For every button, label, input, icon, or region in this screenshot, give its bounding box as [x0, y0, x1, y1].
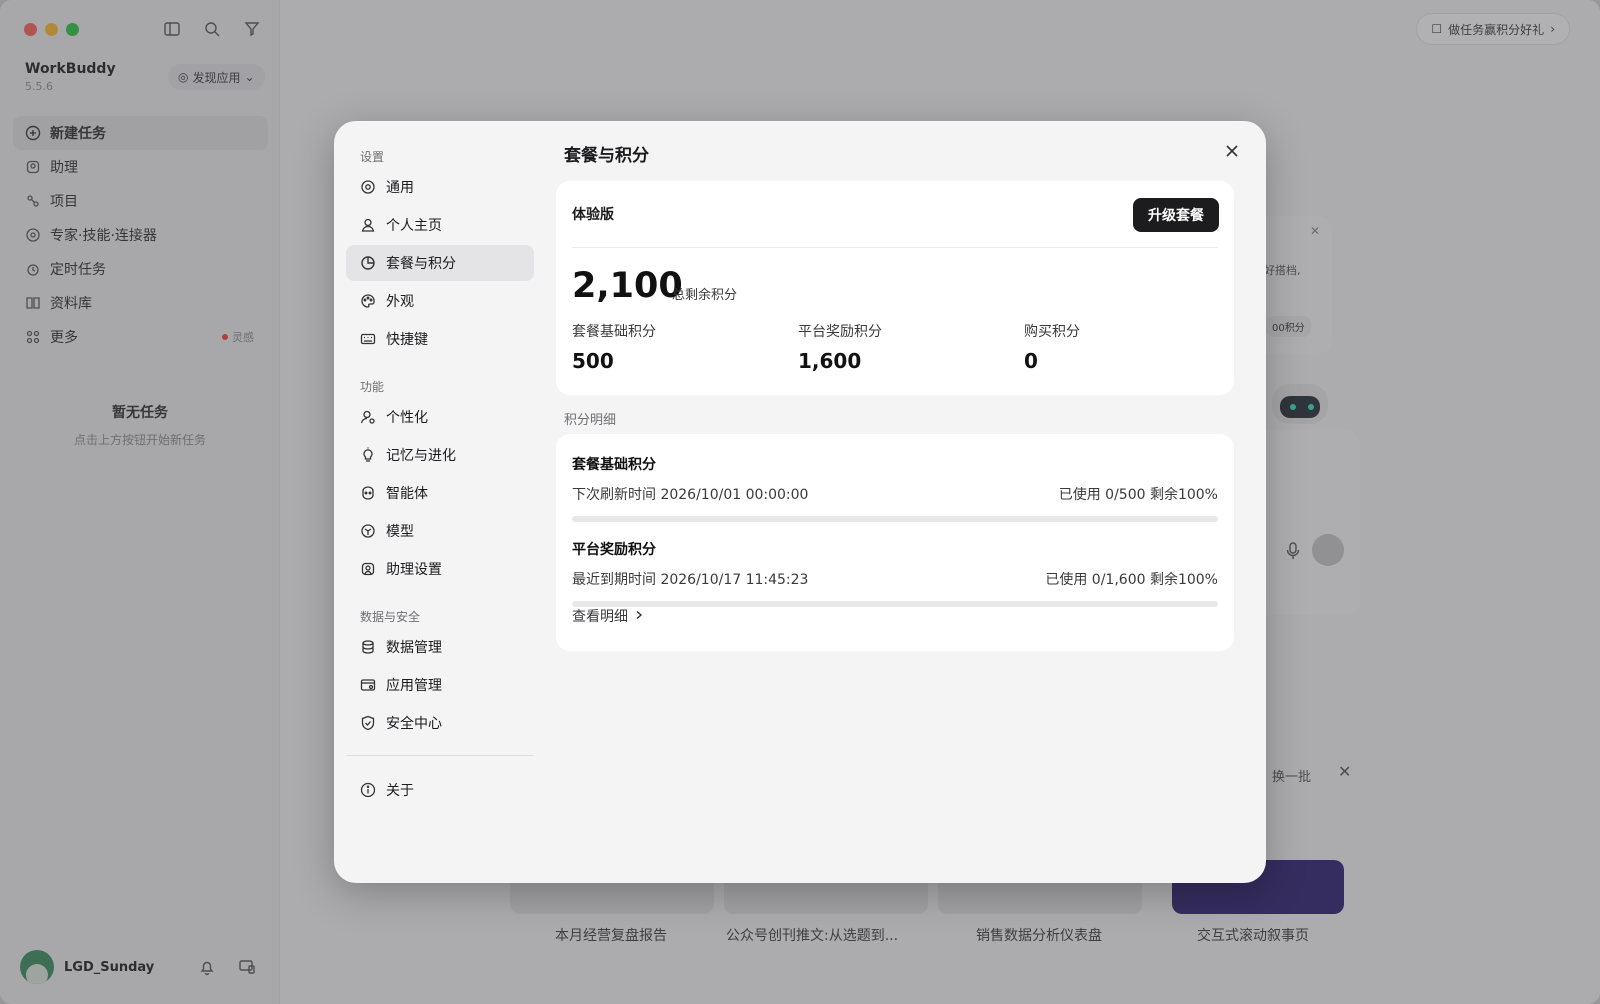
plan-card: 体验版 升级套餐 2,100 总剩余积分 套餐基础积分 500 平台奖励积分 1…: [556, 181, 1234, 395]
nav-group-settings: 设置: [360, 150, 385, 164]
stat-value: 500: [572, 349, 614, 373]
nav-item-about[interactable]: 关于: [346, 772, 534, 808]
stat-value: 0: [1024, 349, 1038, 373]
nav-item-shortcuts[interactable]: 快捷键: [346, 321, 534, 357]
nav-item-label: 个人主页: [386, 218, 442, 234]
nav-item-label: 安全中心: [386, 716, 442, 732]
stat-label: 购买积分: [1024, 324, 1080, 340]
stat-reward-points: 平台奖励积分 1,600: [798, 321, 882, 373]
stat-label: 套餐基础积分: [572, 324, 656, 340]
user-icon: [360, 217, 376, 233]
points-detail-heading: 积分明细: [564, 413, 617, 428]
nav-item-appearance[interactable]: 外观: [346, 283, 534, 319]
nav-item-personalize[interactable]: 个性化: [346, 399, 534, 435]
nav-item-label: 套餐与积分: [386, 256, 456, 272]
nav-item-memory[interactable]: 记忆与进化: [346, 437, 534, 473]
nav-item-model[interactable]: 模型: [346, 513, 534, 549]
stat-purchased-points: 购买积分 0: [1024, 321, 1080, 373]
nav-item-security-center[interactable]: 安全中心: [346, 705, 534, 741]
upgrade-plan-button[interactable]: 升级套餐: [1133, 198, 1219, 232]
nav-item-assistant-settings[interactable]: 助理设置: [346, 551, 534, 587]
user-settings-icon: [360, 409, 376, 425]
usage-progress-bar: [572, 601, 1218, 607]
detail-title: 套餐基础积分: [572, 457, 656, 473]
info-icon: [360, 782, 376, 798]
nav-group-data-security: 数据与安全: [360, 610, 421, 624]
chevron-right-icon: [634, 608, 644, 624]
nav-item-label: 关于: [386, 783, 414, 799]
palette-icon: [360, 293, 376, 309]
model-icon: [360, 523, 376, 539]
pie-chart-icon: [360, 255, 376, 271]
nav-item-agent[interactable]: 智能体: [346, 475, 534, 511]
agent-icon: [360, 485, 376, 501]
nav-item-label: 快捷键: [386, 332, 428, 348]
settings-icon: [360, 179, 376, 195]
database-icon: [360, 639, 376, 655]
view-details-link[interactable]: 查看明细: [572, 606, 644, 626]
settings-modal: 设置 通用 个人主页 套餐与积分 外观 快捷键 功能 个性化 记忆与进化 智能体…: [334, 121, 1266, 883]
nav-item-app-management[interactable]: 应用管理: [346, 667, 534, 703]
usage-progress-bar: [572, 516, 1218, 522]
detail-title: 平台奖励积分: [572, 542, 656, 558]
nav-divider: [346, 755, 534, 756]
keyboard-icon: [360, 331, 376, 347]
settings-nav: 设置 通用 个人主页 套餐与积分 外观 快捷键 功能 个性化 记忆与进化 智能体…: [346, 137, 534, 810]
detail-refresh-time: 下次刷新时间 2026/10/01 00:00:00: [572, 487, 809, 503]
view-details-label: 查看明细: [572, 609, 628, 625]
nav-item-general[interactable]: 通用: [346, 169, 534, 205]
nav-item-label: 通用: [386, 180, 414, 196]
app-window-icon: [360, 677, 376, 693]
lightbulb-icon: [360, 447, 376, 463]
nav-item-label: 记忆与进化: [386, 448, 456, 464]
points-detail-row: 套餐基础积分 下次刷新时间 2026/10/01 00:00:00 已使用 0/…: [572, 454, 1218, 522]
total-points-label: 总剩余积分: [672, 288, 738, 303]
points-detail-row: 平台奖励积分 最近到期时间 2026/10/17 11:45:23 已使用 0/…: [572, 539, 1218, 607]
modal-title: 套餐与积分: [564, 146, 649, 166]
total-points-value: 2,100: [572, 266, 683, 306]
nav-item-label: 智能体: [386, 486, 428, 502]
detail-usage: 已使用 0/500 剩余100%: [1058, 487, 1218, 503]
nav-item-label: 外观: [386, 294, 414, 310]
stat-label: 平台奖励积分: [798, 324, 882, 340]
divider: [572, 247, 1218, 248]
points-detail-card: 套餐基础积分 下次刷新时间 2026/10/01 00:00:00 已使用 0/…: [556, 434, 1234, 651]
stat-base-points: 套餐基础积分 500: [572, 321, 656, 373]
nav-item-label: 模型: [386, 524, 414, 540]
nav-item-profile[interactable]: 个人主页: [346, 207, 534, 243]
nav-item-label: 应用管理: [386, 678, 442, 694]
nav-item-label: 助理设置: [386, 562, 442, 578]
close-icon[interactable]: [1224, 143, 1240, 159]
nav-item-data-management[interactable]: 数据管理: [346, 629, 534, 665]
assistant-icon: [360, 561, 376, 577]
detail-usage: 已使用 0/1,600 剩余100%: [1045, 572, 1218, 588]
nav-item-label: 数据管理: [386, 640, 442, 656]
stat-value: 1,600: [798, 349, 862, 373]
shield-icon: [360, 715, 376, 731]
nav-group-features: 功能: [360, 380, 385, 394]
detail-expiry-time: 最近到期时间 2026/10/17 11:45:23: [572, 572, 809, 588]
nav-item-plan[interactable]: 套餐与积分: [346, 245, 534, 281]
nav-item-label: 个性化: [386, 410, 428, 426]
plan-name: 体验版: [572, 207, 614, 223]
